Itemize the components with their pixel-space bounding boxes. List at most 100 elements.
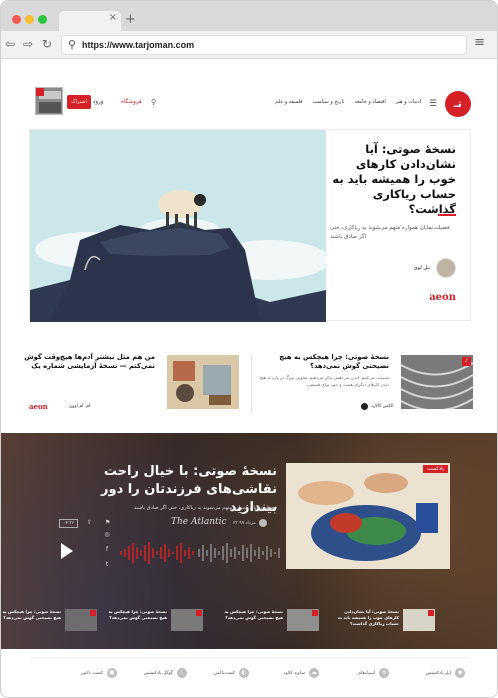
- platform-google[interactable]: ⁞ گوگل پادکستس: [144, 668, 187, 678]
- soundcloud-icon: ☁: [309, 668, 319, 678]
- audio-badge-icon: [90, 610, 96, 616]
- nav-item-philosophy[interactable]: فلسفه و علم: [275, 99, 302, 105]
- new-tab-icon[interactable]: +: [125, 12, 136, 27]
- google-podcasts-icon: ⁞: [177, 668, 187, 678]
- mini-title[interactable]: نسخۀ صوتی: آیا نشان‌دادن کارهای خوب را ه…: [335, 609, 399, 627]
- promo-badge: [36, 88, 44, 96]
- hero-artwork: [30, 130, 326, 322]
- author-avatar[interactable]: [436, 258, 456, 278]
- article-card[interactable]: من هم مثل بیشتر آدم‌ها هیچ‌وقت گوش نمی‌ک…: [24, 351, 239, 417]
- audio-badge-icon: ♪: [462, 357, 471, 366]
- spotify-icon: ≋: [379, 668, 389, 678]
- card-text: نسخۀ صوتی: چرا هیچکس به هیچ نصیحتی گوش ن…: [257, 353, 389, 388]
- browser-toolbar: ⇦ ⇨ ↻ ⚲ https://www.tarjoman.com ≡: [1, 31, 497, 59]
- platform-castbox-2[interactable]: ▣ کست باکس: [80, 668, 117, 678]
- hero-article[interactable]: نسخۀ صوتی: آیا نشان‌دادن کارهای خوب را ه…: [29, 129, 471, 322]
- author-avatar: [259, 519, 267, 527]
- mini-thumbnail[interactable]: [65, 609, 97, 631]
- tab-bar: × +: [1, 1, 497, 31]
- platform-label: ساوند کلاود: [283, 670, 305, 676]
- mini-thumbnail[interactable]: [287, 609, 319, 631]
- hero-meta: فضیلت‌نمایان همواره متهم می‌شوند به ریاک…: [330, 130, 456, 322]
- podcast-date: ۲۳ مرداد ۹۹: [233, 521, 256, 526]
- close-window-button[interactable]: [12, 15, 21, 24]
- platform-label: اپل پادکستس: [425, 670, 451, 676]
- apple-podcasts-icon: ◉: [455, 668, 465, 678]
- tab-close-icon[interactable]: ×: [109, 12, 117, 23]
- minimize-window-button[interactable]: [25, 15, 34, 24]
- maximize-window-button[interactable]: [38, 15, 47, 24]
- search-icon: ⚲: [68, 38, 77, 51]
- audio-badge-icon: [312, 610, 318, 616]
- menu-icon[interactable]: ≡: [474, 35, 485, 50]
- hero-author[interactable]: نیل لوی: [414, 265, 430, 271]
- card-divider: [251, 355, 252, 413]
- platform-soundcloud[interactable]: ☁ ساوند کلاود: [284, 668, 319, 678]
- podcast-badge: پادکست: [423, 465, 448, 473]
- mini-thumbnail[interactable]: [171, 609, 203, 631]
- nav-item-history[interactable]: تاریخ و سیاست: [313, 99, 345, 105]
- card-thumbnail[interactable]: ♪: [400, 355, 474, 412]
- article-card[interactable]: ♪ نسخۀ صوتی: چرا هیچکس به هیچ نصیحتی گوش…: [260, 351, 474, 417]
- platform-castbox[interactable]: ◐ کست‌باکس: [214, 668, 249, 678]
- search-icon[interactable]: ⚲: [151, 98, 156, 106]
- podcast-description: فضیلت‌نمایان همواره متهم می‌شوند به ریاک…: [133, 505, 277, 511]
- facebook-icon[interactable]: f: [101, 546, 113, 553]
- podcast-platforms: ◉ اپل پادکستس ≋ اسپاتیفای ☁ ساوند کلاود …: [31, 657, 469, 689]
- mini-episode[interactable]: نسخۀ صوتی: آیا نشان‌دادن کارهای خوب را ه…: [335, 609, 435, 633]
- login-link[interactable]: ورود: [93, 99, 103, 105]
- platform-spotify[interactable]: ≋ اسپاتیفای: [357, 668, 389, 678]
- reload-icon[interactable]: ↻: [42, 37, 52, 51]
- card-thumbnail[interactable]: [167, 355, 239, 409]
- castbox-icon: ▣: [107, 668, 117, 678]
- twitter-icon[interactable]: t: [101, 561, 113, 568]
- audio-waveform[interactable]: [115, 541, 285, 565]
- source-logo: aeon: [29, 402, 48, 411]
- forward-icon[interactable]: ⇨: [23, 37, 33, 51]
- site-logo[interactable]: تـ: [445, 91, 471, 117]
- card-author[interactable]: الکس کالارد: [371, 404, 394, 409]
- audio-badge-icon: [428, 610, 434, 616]
- nav-item-literature[interactable]: ادبیات و هنر: [396, 99, 421, 105]
- hero-illustration[interactable]: [30, 130, 326, 322]
- card-title[interactable]: من هم مثل بیشتر آدم‌ها هیچ‌وقت گوش نمی‌ک…: [23, 353, 155, 371]
- play-icon[interactable]: [61, 543, 73, 559]
- subscribe-button[interactable]: اشتراک: [67, 95, 91, 109]
- card-artwork: [167, 355, 239, 409]
- shop-link[interactable]: فروشگاه: [121, 99, 142, 105]
- hamburger-icon[interactable]: ☰: [429, 99, 437, 109]
- browser-tab[interactable]: ×: [59, 11, 121, 31]
- audio-badge-icon: [196, 610, 202, 616]
- address-bar[interactable]: ⚲ https://www.tarjoman.com: [61, 35, 467, 55]
- castbox-icon: ◐: [239, 668, 249, 678]
- mini-episode[interactable]: نسخۀ صوتی: چرا هیچکس به هیچ نصیحتی گوش ن…: [1, 609, 97, 633]
- podcast-artwork: [286, 463, 450, 569]
- podcast-duration: ۰۴:۳۶: [59, 519, 79, 528]
- mini-title[interactable]: نسخۀ صوتی: چرا هیچکس به هیچ نصیحتی گوش ن…: [219, 609, 283, 621]
- platform-label: کست‌باکس: [213, 670, 235, 676]
- mini-episode[interactable]: نسخۀ صوتی: چرا هیچکس به هیچ نصیحتی گوش ن…: [219, 609, 319, 633]
- card-description: نصیحت می‌کنیم، اندرز می‌دهیم، تذکر می‌ده…: [259, 375, 389, 387]
- card-title[interactable]: نسخۀ صوتی: چرا هیچکس به هیچ نصیحتی گوش ن…: [257, 353, 389, 371]
- back-icon[interactable]: ⇦: [5, 37, 15, 51]
- promo-thumbnail[interactable]: [35, 87, 63, 115]
- site-header: تـ ☰ ادبیات و هنر اقتصاد و جامعه تاریخ و…: [29, 87, 471, 119]
- nav-item-economy[interactable]: اقتصاد و جامعه: [354, 99, 385, 105]
- mini-title[interactable]: نسخۀ صوتی: چرا هیچکس به هیچ نصیحتی گوش ن…: [1, 609, 61, 621]
- mini-thumbnail[interactable]: [403, 609, 435, 631]
- mini-episode[interactable]: نسخۀ صوتی: چرا هیچکس به هیچ نصیحتی گوش ن…: [103, 609, 203, 633]
- podcast-thumbnail[interactable]: پادکست: [286, 463, 450, 569]
- share-icon[interactable]: ⇧: [87, 519, 92, 526]
- bookmark-icon[interactable]: ⚑: [105, 519, 110, 526]
- platform-apple[interactable]: ◉ اپل پادکستس: [426, 668, 465, 678]
- mini-title[interactable]: نسخۀ صوتی: چرا هیچکس به هیچ نصیحتی گوش ن…: [103, 609, 167, 621]
- card-author[interactable]: ام. ام اوون: [69, 404, 90, 409]
- hero-divider: [438, 214, 456, 216]
- instagram-icon[interactable]: ◎: [101, 531, 113, 538]
- main-nav: ادبیات و هنر اقتصاد و جامعه تاریخ و سیاس…: [275, 99, 421, 105]
- source-logo: The Atlantic: [171, 517, 227, 527]
- url-text[interactable]: https://www.tarjoman.com: [82, 40, 194, 50]
- platform-label: گوگل پادکستس: [143, 670, 173, 676]
- hero-description: فضیلت‌نمایان همواره متهم می‌شوند به ریاک…: [330, 225, 450, 240]
- platform-label: کست باکس: [80, 670, 103, 676]
